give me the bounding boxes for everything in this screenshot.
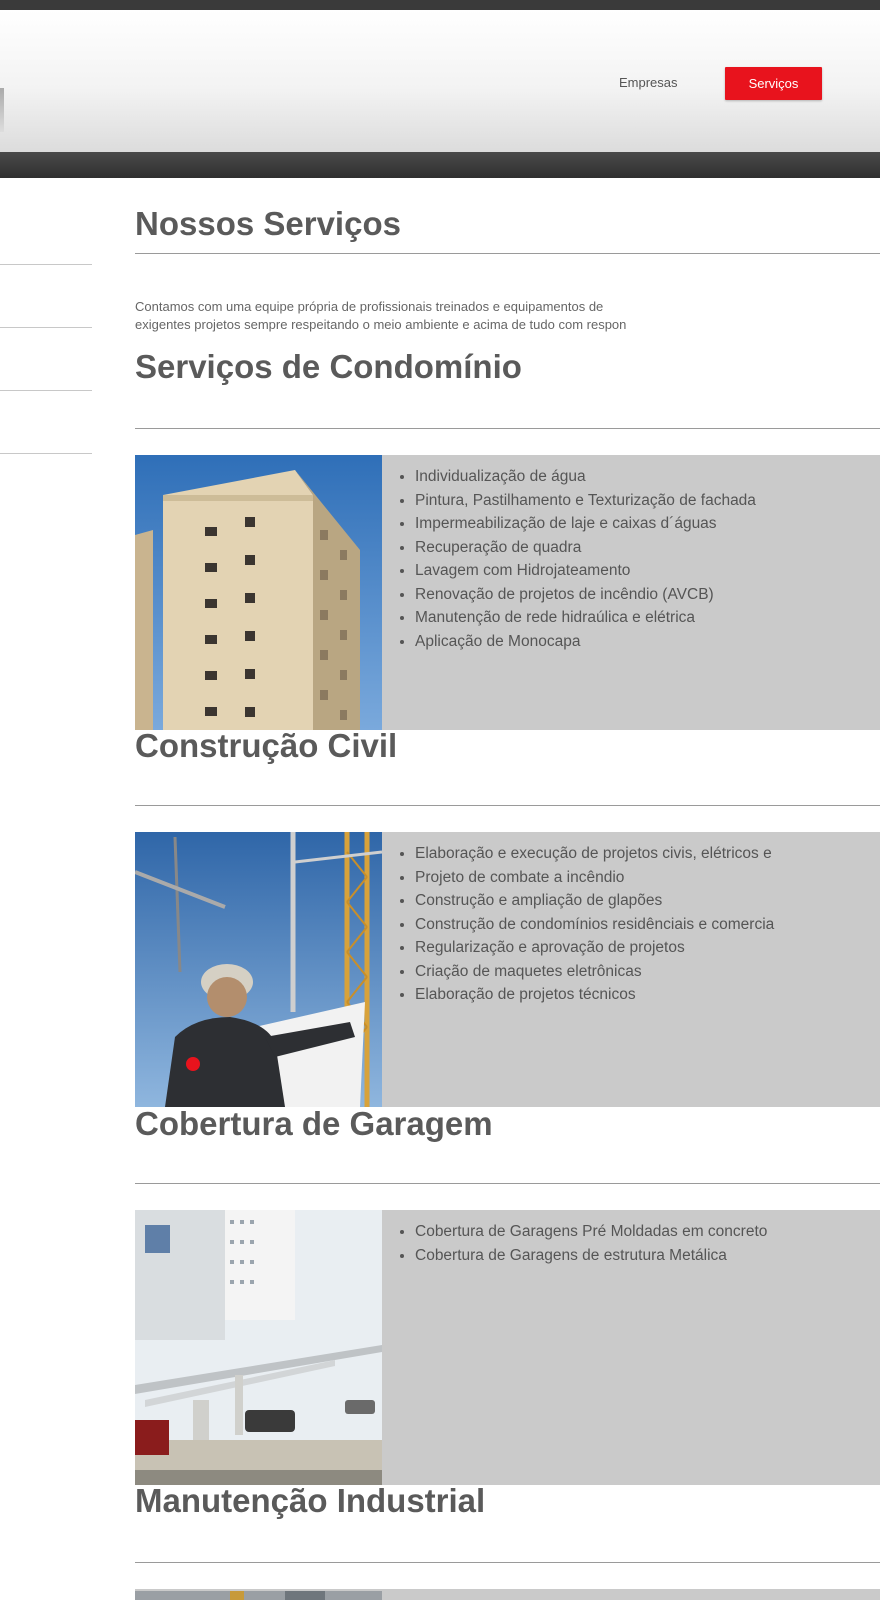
list-item: Cobertura de Garagens de estrutura Metál… [415, 1244, 767, 1268]
service-list-construcao: Elaboração e execução de projetos civis,… [383, 842, 774, 1007]
section-title-construcao: Construção Civil [135, 727, 398, 764]
top-bar [0, 0, 880, 10]
list-item: Elaboração e execução de projetos civis,… [415, 842, 774, 866]
list-item: Construção e ampliação de glapões [415, 889, 774, 913]
service-box-condominio: Individualização de água Pintura, Pastil… [135, 455, 880, 730]
service-list-condominio: Individualização de água Pintura, Pastil… [383, 465, 756, 653]
list-item: Individualização de água [415, 465, 756, 489]
apartment-building-photo [135, 455, 382, 730]
service-box-garagem: Cobertura de Garagens Pré Moldadas em co… [135, 1210, 880, 1485]
section-rule [135, 428, 880, 429]
list-item: Manutenção de rede hidraúlica e elétrica [415, 606, 756, 630]
sidebar-divider [0, 390, 92, 391]
list-item: Impermeabilização de laje e caixas d´águ… [415, 512, 756, 536]
service-list-garagem: Cobertura de Garagens Pré Moldadas em co… [383, 1220, 767, 1267]
sidebar-divider [0, 327, 92, 328]
section-title-garagem: Cobertura de Garagem [135, 1105, 493, 1142]
section-title-condominio: Serviços de Condomínio [135, 348, 522, 385]
list-item: Renovação de projetos de incêndio (AVCB) [415, 583, 756, 607]
construction-engineer-photo [135, 832, 382, 1107]
service-box-industrial [135, 1589, 880, 1600]
list-item: Projeto de combate a incêndio [415, 866, 774, 890]
nav-empresas-link[interactable]: Empresas [619, 66, 678, 100]
intro-line: exigentes projetos sempre respeitando o … [135, 317, 627, 332]
list-item: Elaboração de projetos técnicos [415, 983, 774, 1007]
page-title: Nossos Serviços [135, 205, 401, 242]
list-item: Regularização e aprovação de projetos [415, 936, 774, 960]
list-item: Recuperação de quadra [415, 536, 756, 560]
list-item: Pintura, Pastilhamento e Texturização de… [415, 489, 756, 513]
nav-servicos-button[interactable]: Serviços [725, 67, 822, 100]
service-box-construcao: Elaboração e execução de projetos civis,… [135, 832, 880, 1107]
intro-text: Contamos com uma equipe própria de profi… [135, 298, 880, 334]
list-item: Lavagem com Hidrojateamento [415, 559, 756, 583]
sidebar-divider [0, 264, 92, 265]
section-rule [135, 805, 880, 806]
section-title-industrial: Manutenção Industrial [135, 1482, 486, 1519]
title-rule [135, 253, 880, 254]
industrial-photo [135, 1589, 382, 1600]
list-item: Construção de condomínios residênciais e… [415, 913, 774, 937]
list-item: Aplicação de Monocapa [415, 630, 756, 654]
dark-nav-bar [0, 152, 880, 178]
intro-line: Contamos com uma equipe própria de profi… [135, 299, 604, 314]
section-rule [135, 1183, 880, 1184]
garage-cover-photo [135, 1210, 382, 1485]
list-item: Cobertura de Garagens Pré Moldadas em co… [415, 1220, 767, 1244]
list-item: Criação de maquetes eletrônicas [415, 960, 774, 984]
section-rule [135, 1562, 880, 1563]
site-header: Empresas Serviços [0, 10, 880, 152]
logo-edge [0, 88, 4, 132]
sidebar-divider [0, 453, 92, 454]
